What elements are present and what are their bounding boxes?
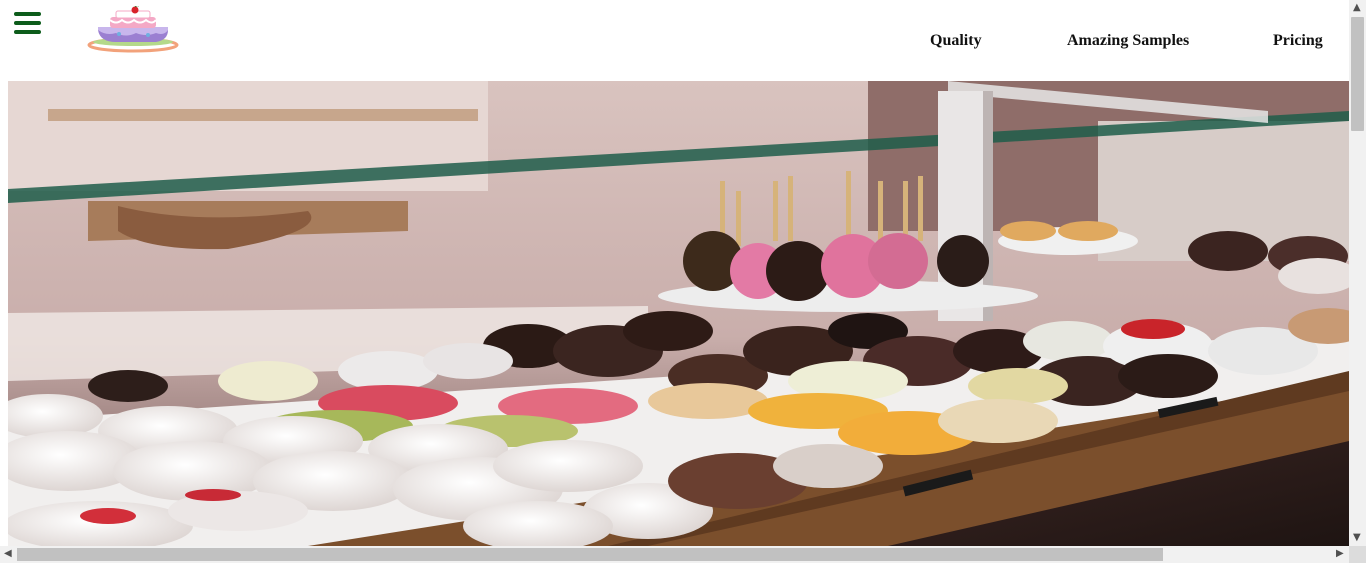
site-header: Quality Amazing Samples Pricing: [0, 0, 1349, 81]
scrollbar-corner: [1349, 546, 1366, 563]
hamburger-menu-icon[interactable]: [14, 12, 41, 34]
bakery-display-photo: [8, 81, 1349, 546]
nav-link-pricing[interactable]: Pricing: [1273, 31, 1323, 51]
horizontal-scrollbar[interactable]: ◀ ▶: [0, 546, 1349, 563]
cake-logo[interactable]: [86, 6, 180, 54]
horizontal-scrollbar-thumb[interactable]: [17, 548, 1163, 561]
scroll-down-arrow-icon[interactable]: ▼: [1353, 533, 1361, 543]
vertical-scrollbar[interactable]: ▲ ▼: [1349, 0, 1366, 546]
scroll-right-arrow-icon[interactable]: ▶: [1336, 549, 1344, 559]
nav-link-amazing-samples[interactable]: Amazing Samples: [1067, 31, 1189, 51]
scroll-left-arrow-icon[interactable]: ◀: [4, 549, 12, 559]
nav-link-quality[interactable]: Quality: [930, 31, 982, 51]
hero-image: [8, 81, 1349, 546]
vertical-scrollbar-thumb[interactable]: [1351, 17, 1364, 131]
scroll-up-arrow-icon[interactable]: ▲: [1353, 3, 1361, 13]
